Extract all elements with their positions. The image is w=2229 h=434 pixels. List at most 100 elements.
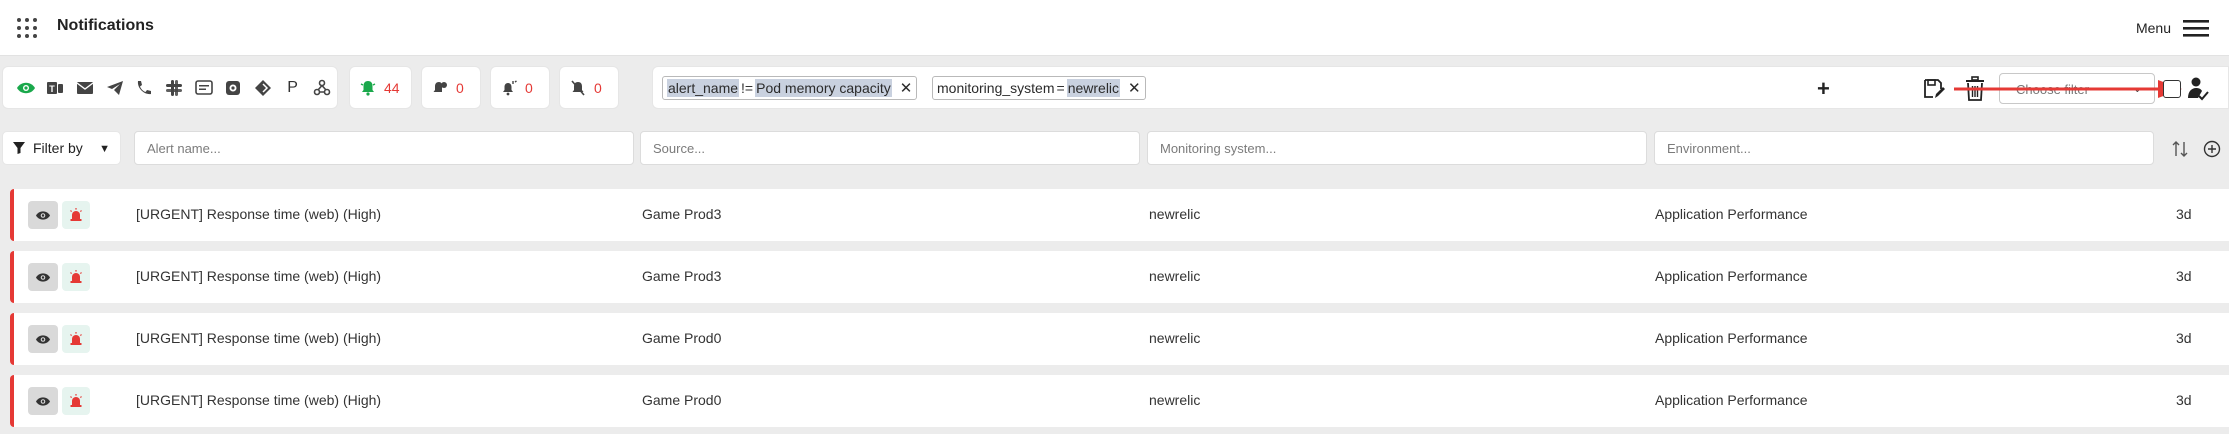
siren-icon <box>70 332 82 345</box>
eye-icon <box>36 396 50 406</box>
alerts-counter[interactable]: 44 <box>349 66 412 109</box>
page-title: Notifications <box>57 17 154 34</box>
menu-button[interactable]: Menu <box>2136 16 2209 40</box>
monitoring-system-cell: newrelic <box>1149 392 1201 408</box>
siren-icon <box>70 208 82 221</box>
chevron-down-icon: ⌄ <box>2132 83 2142 95</box>
alert-name-cell: [URGENT] Response time (web) (High) <box>136 392 382 408</box>
age-cell: 3d <box>2176 206 2192 222</box>
alarm-icon <box>503 79 517 95</box>
view-button[interactable] <box>28 325 58 353</box>
source-cell: Game Prod3 <box>642 268 722 284</box>
alert-name-cell: [URGENT] Response time (web) (High) <box>136 268 382 284</box>
table-row[interactable]: [URGENT] Response time (web) (High) Game… <box>10 313 2229 365</box>
apps-grid-icon[interactable] <box>16 17 38 39</box>
eye-icon[interactable] <box>11 73 41 103</box>
caret-down-icon: ▼ <box>99 143 110 155</box>
source-cell: Game Prod0 <box>642 392 722 408</box>
add-column-icon[interactable] <box>2203 140 2221 158</box>
age-cell: 3d <box>2176 268 2192 284</box>
severity-button[interactable] <box>62 263 90 291</box>
toolbar: T P 44 0 0 0 alert_name != Pod memory ca… <box>0 66 2229 112</box>
view-button[interactable] <box>28 387 58 415</box>
sort-icon[interactable] <box>2171 140 2189 158</box>
environment-cell: Application Performance <box>1655 268 1808 284</box>
alarm-count: 0 <box>525 79 533 96</box>
top-bar: Notifications Menu <box>0 0 2229 56</box>
eye-icon <box>36 272 50 282</box>
trash-icon[interactable] <box>1964 76 1986 102</box>
alert-name-filter-input[interactable] <box>134 131 634 165</box>
age-cell: 3d <box>2176 392 2192 408</box>
table-row[interactable]: [URGENT] Response time (web) (High) Game… <box>10 251 2229 303</box>
choose-filter-select[interactable]: Choose filter ⌄ <box>1999 73 2155 104</box>
remove-chip-icon[interactable]: ✕ <box>900 79 913 97</box>
monitoring-system-cell: newrelic <box>1149 330 1201 346</box>
eye-icon <box>36 334 50 344</box>
pager-icon[interactable]: P <box>278 73 308 103</box>
menu-label: Menu <box>2135 20 2171 36</box>
alerts-count: 44 <box>384 79 400 96</box>
source-cell: Game Prod3 <box>642 206 722 222</box>
view-button[interactable] <box>28 201 58 229</box>
active-filters-bar: alert_name != Pod memory capacity ✕ moni… <box>652 66 2229 109</box>
table-row[interactable]: [URGENT] Response time (web) (High) Game… <box>10 189 2229 241</box>
environment-cell: Application Performance <box>1655 206 1808 222</box>
muted-counter[interactable]: 0 <box>559 66 619 109</box>
severity-button[interactable] <box>62 201 90 229</box>
muted-bell-icon <box>571 79 585 96</box>
alert-name-cell: [URGENT] Response time (web) (High) <box>136 330 382 346</box>
chip-field: alert_name <box>667 79 740 97</box>
filter-chip-alert-name[interactable]: alert_name != Pod memory capacity ✕ <box>662 76 918 100</box>
environment-cell: Application Performance <box>1655 392 1808 408</box>
chip-operator: != <box>741 80 754 96</box>
view-button[interactable] <box>28 263 58 291</box>
filter-by-button[interactable]: Filter by ▼ <box>2 131 121 165</box>
select-checkbox[interactable] <box>2163 80 2181 98</box>
column-filter-row: Filter by ▼ <box>0 131 2229 167</box>
alarm-counter[interactable]: 0 <box>490 66 550 109</box>
svg-text:T: T <box>50 84 56 94</box>
chip-value: Pod memory capacity <box>755 79 892 97</box>
chip-icon[interactable] <box>218 73 248 103</box>
source-cell: Game Prod0 <box>642 330 722 346</box>
environment-cell: Application Performance <box>1655 330 1808 346</box>
table-row[interactable]: [URGENT] Response time (web) (High) Game… <box>10 375 2229 427</box>
chip-field: monitoring_system <box>937 80 1055 96</box>
muted-count: 0 <box>594 79 602 96</box>
pager-letter: P <box>287 78 298 96</box>
source-filter-input[interactable] <box>640 131 1140 165</box>
severity-button[interactable] <box>62 387 90 415</box>
assigned-to-me-icon[interactable] <box>2186 76 2210 102</box>
webhook-icon[interactable] <box>248 73 278 103</box>
hamburger-icon <box>2183 20 2209 37</box>
alert-name-cell: [URGENT] Response time (web) (High) <box>136 206 382 222</box>
add-filter-icon[interactable]: + <box>1817 76 1830 102</box>
alert-bell-icon <box>360 80 376 96</box>
slack-icon[interactable] <box>159 73 189 103</box>
age-cell: 3d <box>2176 330 2192 346</box>
monitoring-system-cell: newrelic <box>1149 268 1201 284</box>
email-icon[interactable] <box>70 73 100 103</box>
save-filter-icon[interactable] <box>1922 77 1946 101</box>
monitoring-system-filter-input[interactable] <box>1147 131 1647 165</box>
phone-icon[interactable] <box>130 73 160 103</box>
acknowledged-icon <box>433 81 447 92</box>
monitoring-system-cell: newrelic <box>1149 206 1201 222</box>
choose-filter-placeholder: Choose filter <box>2016 82 2089 97</box>
telegram-icon[interactable] <box>100 73 130 103</box>
ms-teams-icon[interactable]: T <box>41 73 71 103</box>
eye-icon <box>36 210 50 220</box>
remove-chip-icon[interactable]: ✕ <box>1128 79 1141 97</box>
message-icon[interactable] <box>189 73 219 103</box>
integration-icon[interactable] <box>307 73 337 103</box>
severity-button[interactable] <box>62 325 90 353</box>
filter-by-label: Filter by <box>33 140 83 156</box>
chip-value: newrelic <box>1066 79 1121 97</box>
acknowledged-counter[interactable]: 0 <box>421 66 481 109</box>
siren-icon <box>70 394 82 407</box>
environment-filter-input[interactable] <box>1654 131 2154 165</box>
siren-icon <box>70 270 82 283</box>
filter-chip-monitoring-system[interactable]: monitoring_system = newrelic ✕ <box>932 76 1146 100</box>
channel-toggles: T P <box>2 66 338 109</box>
